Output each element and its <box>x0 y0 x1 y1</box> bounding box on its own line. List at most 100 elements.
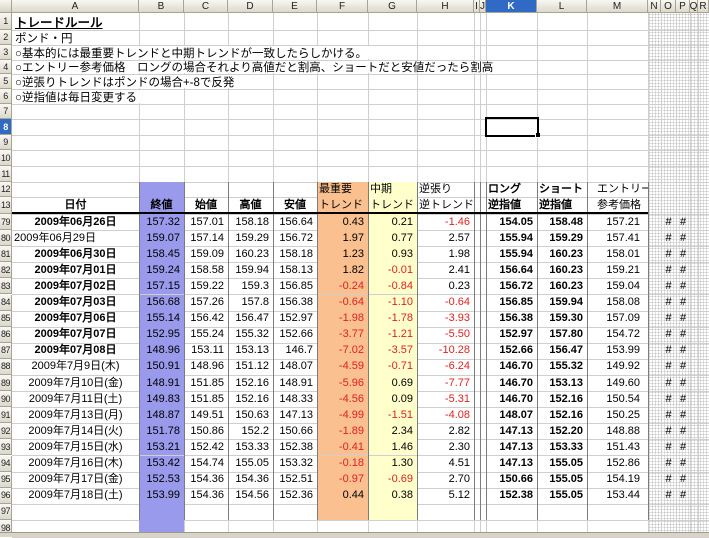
cell-o92[interactable]: # <box>661 423 677 440</box>
cell-d87[interactable]: 153.13 <box>228 343 274 360</box>
cell-d7[interactable] <box>228 104 274 120</box>
cell-c90[interactable]: 151.85 <box>184 391 229 408</box>
cell-f90[interactable]: -4.56 <box>317 391 369 408</box>
cell-a80[interactable]: 2009年06月29日 <box>12 230 140 247</box>
column-header-d[interactable]: D <box>228 0 273 13</box>
cell-o3[interactable] <box>661 45 677 61</box>
cell-f94[interactable]: -0.18 <box>317 456 369 473</box>
cell-l95[interactable]: 155.05 <box>537 472 588 489</box>
row-header-97[interactable]: 97 <box>0 504 12 520</box>
row-header-13[interactable]: 13 <box>0 197 12 214</box>
cell-p95[interactable]: # <box>676 472 691 489</box>
cell-l6[interactable] <box>537 89 588 105</box>
cell-b82[interactable]: 159.24 <box>139 262 185 279</box>
cell-p2[interactable] <box>676 30 691 46</box>
cell-g80[interactable]: 0.77 <box>368 230 418 247</box>
row-header-88[interactable]: 88 <box>0 359 12 375</box>
cell-k96[interactable]: 152.38 <box>486 488 538 505</box>
cell-c11[interactable] <box>184 166 229 183</box>
cell-h94[interactable]: 4.51 <box>417 456 475 473</box>
cell-k6[interactable] <box>486 89 538 105</box>
row-header-90[interactable]: 90 <box>0 391 12 407</box>
cell-m85[interactable]: 157.09 <box>587 311 649 328</box>
cell-r88[interactable] <box>698 359 709 376</box>
cell-f12[interactable]: 最重要 <box>317 182 369 198</box>
cell-n88[interactable] <box>648 359 662 376</box>
cell-h8[interactable] <box>417 119 475 136</box>
cell-c84[interactable]: 157.26 <box>184 295 229 312</box>
cell-f96[interactable]: 0.44 <box>317 488 369 505</box>
column-header-r[interactable]: R <box>698 0 709 13</box>
row-header-12[interactable]: 12 <box>0 182 12 197</box>
cell-r2[interactable] <box>698 30 709 46</box>
cell-m81[interactable]: 158.01 <box>587 246 649 263</box>
cell-e8[interactable] <box>273 119 318 136</box>
cell-b83[interactable]: 157.15 <box>139 278 185 295</box>
cell-n97[interactable] <box>648 504 662 521</box>
cell-r1[interactable] <box>698 13 709 31</box>
cell-l93[interactable]: 153.33 <box>537 439 588 456</box>
cell-f6[interactable] <box>317 89 369 105</box>
cell-g1[interactable] <box>368 13 418 31</box>
column-header-m[interactable]: M <box>587 0 648 13</box>
cell-m87[interactable]: 153.99 <box>587 343 649 360</box>
cell-r86[interactable] <box>698 327 709 344</box>
cell-e88[interactable]: 148.07 <box>273 359 318 376</box>
cell-a90[interactable]: 2009年7月11日(土) <box>12 391 140 408</box>
cell-a82[interactable]: 2009年07月01日 <box>12 262 140 279</box>
cell-k11[interactable] <box>486 166 538 183</box>
cell-k80[interactable]: 155.94 <box>486 230 538 247</box>
cell-n90[interactable] <box>648 391 662 408</box>
row-header-6[interactable]: 6 <box>0 89 12 104</box>
cell-b96[interactable]: 153.99 <box>139 488 185 505</box>
cell-m91[interactable]: 150.25 <box>587 407 649 424</box>
cell-a87[interactable]: 2009年07月08日 <box>12 343 140 360</box>
cell-o9[interactable] <box>661 135 677 151</box>
cell-r85[interactable] <box>698 311 709 328</box>
cell-c12[interactable] <box>184 182 229 198</box>
cell-g92[interactable]: 2.34 <box>368 423 418 440</box>
cell-h12[interactable]: 逆張り <box>417 182 475 198</box>
cell-d80[interactable]: 159.29 <box>228 230 274 247</box>
cell-m1[interactable] <box>587 13 649 31</box>
cell-k12[interactable]: ロング <box>486 182 538 198</box>
cell-o7[interactable] <box>661 104 677 120</box>
cell-k2[interactable] <box>486 30 538 46</box>
cell-m11[interactable] <box>587 166 649 183</box>
cell-d1[interactable] <box>228 13 274 31</box>
cell-h90[interactable]: -5.31 <box>417 391 475 408</box>
row-header-91[interactable]: 91 <box>0 407 12 423</box>
row-header-7[interactable]: 7 <box>0 104 12 119</box>
row-header-1[interactable]: 1 <box>0 13 12 30</box>
cell-l96[interactable]: 155.05 <box>537 488 588 505</box>
cell-l7[interactable] <box>537 104 588 120</box>
cell-g12[interactable]: 中期 <box>368 182 418 198</box>
cell-b93[interactable]: 153.21 <box>139 439 185 456</box>
cell-f95[interactable]: -0.97 <box>317 472 369 489</box>
cell-d79[interactable]: 158.18 <box>228 214 274 231</box>
cell-h83[interactable]: 0.23 <box>417 278 475 295</box>
column-header-g[interactable]: G <box>368 0 417 13</box>
cell-n11[interactable] <box>648 166 662 183</box>
cell-f8[interactable] <box>317 119 369 136</box>
cell-f97[interactable] <box>317 504 369 521</box>
cell-f91[interactable]: -4.99 <box>317 407 369 424</box>
cell-o82[interactable]: # <box>661 262 677 279</box>
cell-n93[interactable] <box>648 439 662 456</box>
cell-b91[interactable]: 148.87 <box>139 407 185 424</box>
cell-g2[interactable] <box>368 30 418 46</box>
cell-e82[interactable]: 158.13 <box>273 262 318 279</box>
cell-b89[interactable]: 148.91 <box>139 375 185 392</box>
cell-f81[interactable]: 1.23 <box>317 246 369 263</box>
cell-d92[interactable]: 152.2 <box>228 423 274 440</box>
cell-d11[interactable] <box>228 166 274 183</box>
cell-n96[interactable] <box>648 488 662 505</box>
cell-p96[interactable]: # <box>676 488 691 505</box>
cell-f89[interactable]: -5.96 <box>317 375 369 392</box>
cell-b88[interactable]: 150.91 <box>139 359 185 376</box>
column-header-k[interactable]: K <box>486 0 537 13</box>
cell-a79[interactable]: 2009年06月26日 <box>12 214 140 231</box>
cell-o6[interactable] <box>661 89 677 105</box>
cell-m2[interactable] <box>587 30 649 46</box>
cell-g86[interactable]: -1.21 <box>368 327 418 344</box>
